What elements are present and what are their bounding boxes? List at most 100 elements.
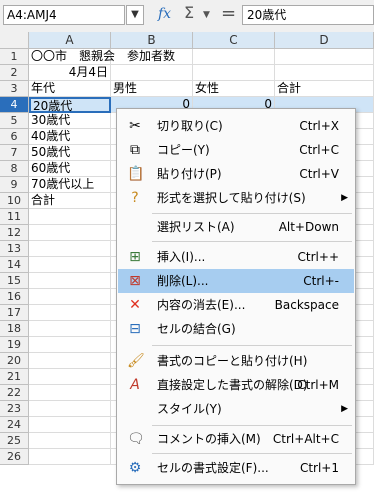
menu-item-clear-contents[interactable]: ✕ 内容の消去(E)... Backspace	[118, 293, 354, 317]
cell-a1[interactable]: 〇〇市 懇親会 参加者数	[29, 49, 175, 65]
menu-item-styles[interactable]: スタイル(Y) ▶	[118, 397, 354, 421]
row-header[interactable]: 3	[0, 81, 29, 97]
cell-a7[interactable]: 50歳代	[29, 145, 111, 161]
scissors-icon: ✂	[129, 118, 141, 134]
menu-item-cut[interactable]: ✂ 切り取り(C) Ctrl+X	[118, 114, 354, 138]
cell-c2[interactable]	[193, 65, 275, 81]
row-header[interactable]: 7	[0, 145, 29, 161]
cell-a25[interactable]	[29, 433, 111, 449]
cell-a18[interactable]	[29, 321, 111, 337]
cell-d1[interactable]	[275, 49, 374, 65]
row-header[interactable]: 23	[0, 401, 29, 417]
chevron-down-icon[interactable]: ▼	[126, 5, 144, 25]
row-header[interactable]: 12	[0, 225, 29, 241]
cell-a26[interactable]	[29, 449, 111, 465]
cell-a6[interactable]: 40歳代	[29, 129, 111, 145]
menu-separator	[152, 213, 352, 214]
cell-a2[interactable]: 4月4日	[29, 65, 111, 81]
column-header-a[interactable]: A	[29, 32, 111, 49]
function-wizard-icon[interactable]: fx	[158, 6, 171, 22]
cell-a23[interactable]	[29, 401, 111, 417]
delete-cells-icon: ⊠	[129, 273, 141, 289]
row-header[interactable]: 2	[0, 65, 29, 81]
cell-a19[interactable]	[29, 337, 111, 353]
row-header[interactable]: 17	[0, 305, 29, 321]
cell-c3[interactable]: 女性	[193, 81, 275, 97]
row-header[interactable]: 10	[0, 193, 29, 209]
cell-b1[interactable]	[111, 49, 193, 65]
cell-a22[interactable]	[29, 385, 111, 401]
cell-b2[interactable]	[111, 65, 193, 81]
menu-item-insert-comment[interactable]: 🗨 コメントの挿入(M) Ctrl+Alt+C	[118, 427, 354, 451]
row-header[interactable]: 14	[0, 257, 29, 273]
paste-icon: 📋	[127, 166, 145, 182]
sum-dropdown-icon[interactable]: ▼	[203, 10, 210, 20]
row-header[interactable]: 24	[0, 417, 29, 433]
cell-b3[interactable]: 男性	[111, 81, 193, 97]
row-header[interactable]: 15	[0, 273, 29, 289]
row-header[interactable]: 19	[0, 337, 29, 353]
insert-cells-icon: ⊞	[129, 249, 141, 265]
row-header[interactable]: 13	[0, 241, 29, 257]
cell-a13[interactable]	[29, 241, 111, 257]
menu-item-merge-cells[interactable]: ⊟ セルの結合(G)	[118, 317, 354, 341]
cell-a16[interactable]	[29, 289, 111, 305]
row-header[interactable]: 6	[0, 129, 29, 145]
paste-special-icon: ?	[131, 190, 139, 206]
cell-a24[interactable]	[29, 417, 111, 433]
menu-item-format-cells[interactable]: ⚙ セルの書式設定(F)... Ctrl+1	[118, 456, 354, 480]
cell-a12[interactable]	[29, 225, 111, 241]
cell-a11[interactable]	[29, 209, 111, 225]
row-header[interactable]: 1	[0, 49, 29, 65]
cell-a20[interactable]	[29, 353, 111, 369]
menu-item-clone-formatting[interactable]: 🖌 書式のコピーと貼り付け(H)	[118, 349, 354, 373]
menu-item-clear-direct-formatting[interactable]: A 直接設定した書式の解除(D) Ctrl+M	[118, 373, 354, 397]
menu-item-paste-special[interactable]: ? 形式を選択して貼り付け(S) ▶	[118, 186, 354, 210]
menu-item-copy[interactable]: ⧉ コピー(Y) Ctrl+C	[118, 138, 354, 162]
cell-d2[interactable]	[275, 65, 374, 81]
row-header[interactable]: 9	[0, 177, 29, 193]
cell-a10[interactable]: 合計	[29, 193, 111, 209]
clear-formatting-icon: A	[130, 377, 140, 393]
cell-c1[interactable]	[193, 49, 275, 65]
formula-bar: A4:AMJ4 ▼ fx Σ ▼ = 20歳代	[0, 0, 374, 33]
row-header[interactable]: 16	[0, 289, 29, 305]
row-header[interactable]: 8	[0, 161, 29, 177]
row-header[interactable]: 26	[0, 449, 29, 465]
cell-a5[interactable]: 30歳代	[29, 113, 111, 129]
cell-a17[interactable]	[29, 305, 111, 321]
sigma-icon[interactable]: Σ	[184, 3, 194, 22]
menu-item-paste[interactable]: 📋 貼り付け(P) Ctrl+V	[118, 162, 354, 186]
menu-item-insert[interactable]: ⊞ 挿入(I)... Ctrl++	[118, 245, 354, 269]
column-header-d[interactable]: D	[275, 32, 374, 49]
cell-a8[interactable]: 60歳代	[29, 161, 111, 177]
cell-d3[interactable]: 合計	[275, 81, 374, 97]
cell-a9[interactable]: 70歳代以上	[29, 177, 111, 193]
cell-a4[interactable]: 20歳代	[29, 97, 111, 113]
row-header[interactable]: 25	[0, 433, 29, 449]
cell-a15[interactable]	[29, 273, 111, 289]
menu-item-delete[interactable]: ⊠ 削除(L)... Ctrl+-	[118, 269, 354, 293]
row-header[interactable]: 4	[0, 97, 29, 113]
cell-a3[interactable]: 年代	[29, 81, 111, 97]
select-all-corner[interactable]	[0, 32, 29, 49]
cell-a14[interactable]	[29, 257, 111, 273]
row-header[interactable]: 11	[0, 209, 29, 225]
table-row: 〇〇市 懇親会 参加者数	[29, 49, 374, 65]
row-header[interactable]: 20	[0, 353, 29, 369]
column-header-c[interactable]: C	[193, 32, 275, 49]
row-header[interactable]: 18	[0, 321, 29, 337]
formula-input[interactable]: 20歳代	[242, 5, 374, 25]
equals-icon[interactable]: =	[221, 3, 236, 24]
name-box[interactable]: A4:AMJ4	[3, 5, 125, 25]
column-header-b[interactable]: B	[111, 32, 193, 49]
row-header[interactable]: 22	[0, 385, 29, 401]
row-header[interactable]: 21	[0, 369, 29, 385]
format-cells-icon: ⚙	[128, 460, 142, 476]
cell-a21[interactable]	[29, 369, 111, 385]
context-menu: ✂ 切り取り(C) Ctrl+X ⧉ コピー(Y) Ctrl+C 📋 貼り付け(…	[116, 108, 356, 485]
merge-cells-icon: ⊟	[129, 321, 141, 337]
menu-item-selection-list[interactable]: 選択リスト(A) Alt+Down	[118, 215, 354, 239]
copy-icon: ⧉	[130, 142, 140, 158]
row-header[interactable]: 5	[0, 113, 29, 129]
